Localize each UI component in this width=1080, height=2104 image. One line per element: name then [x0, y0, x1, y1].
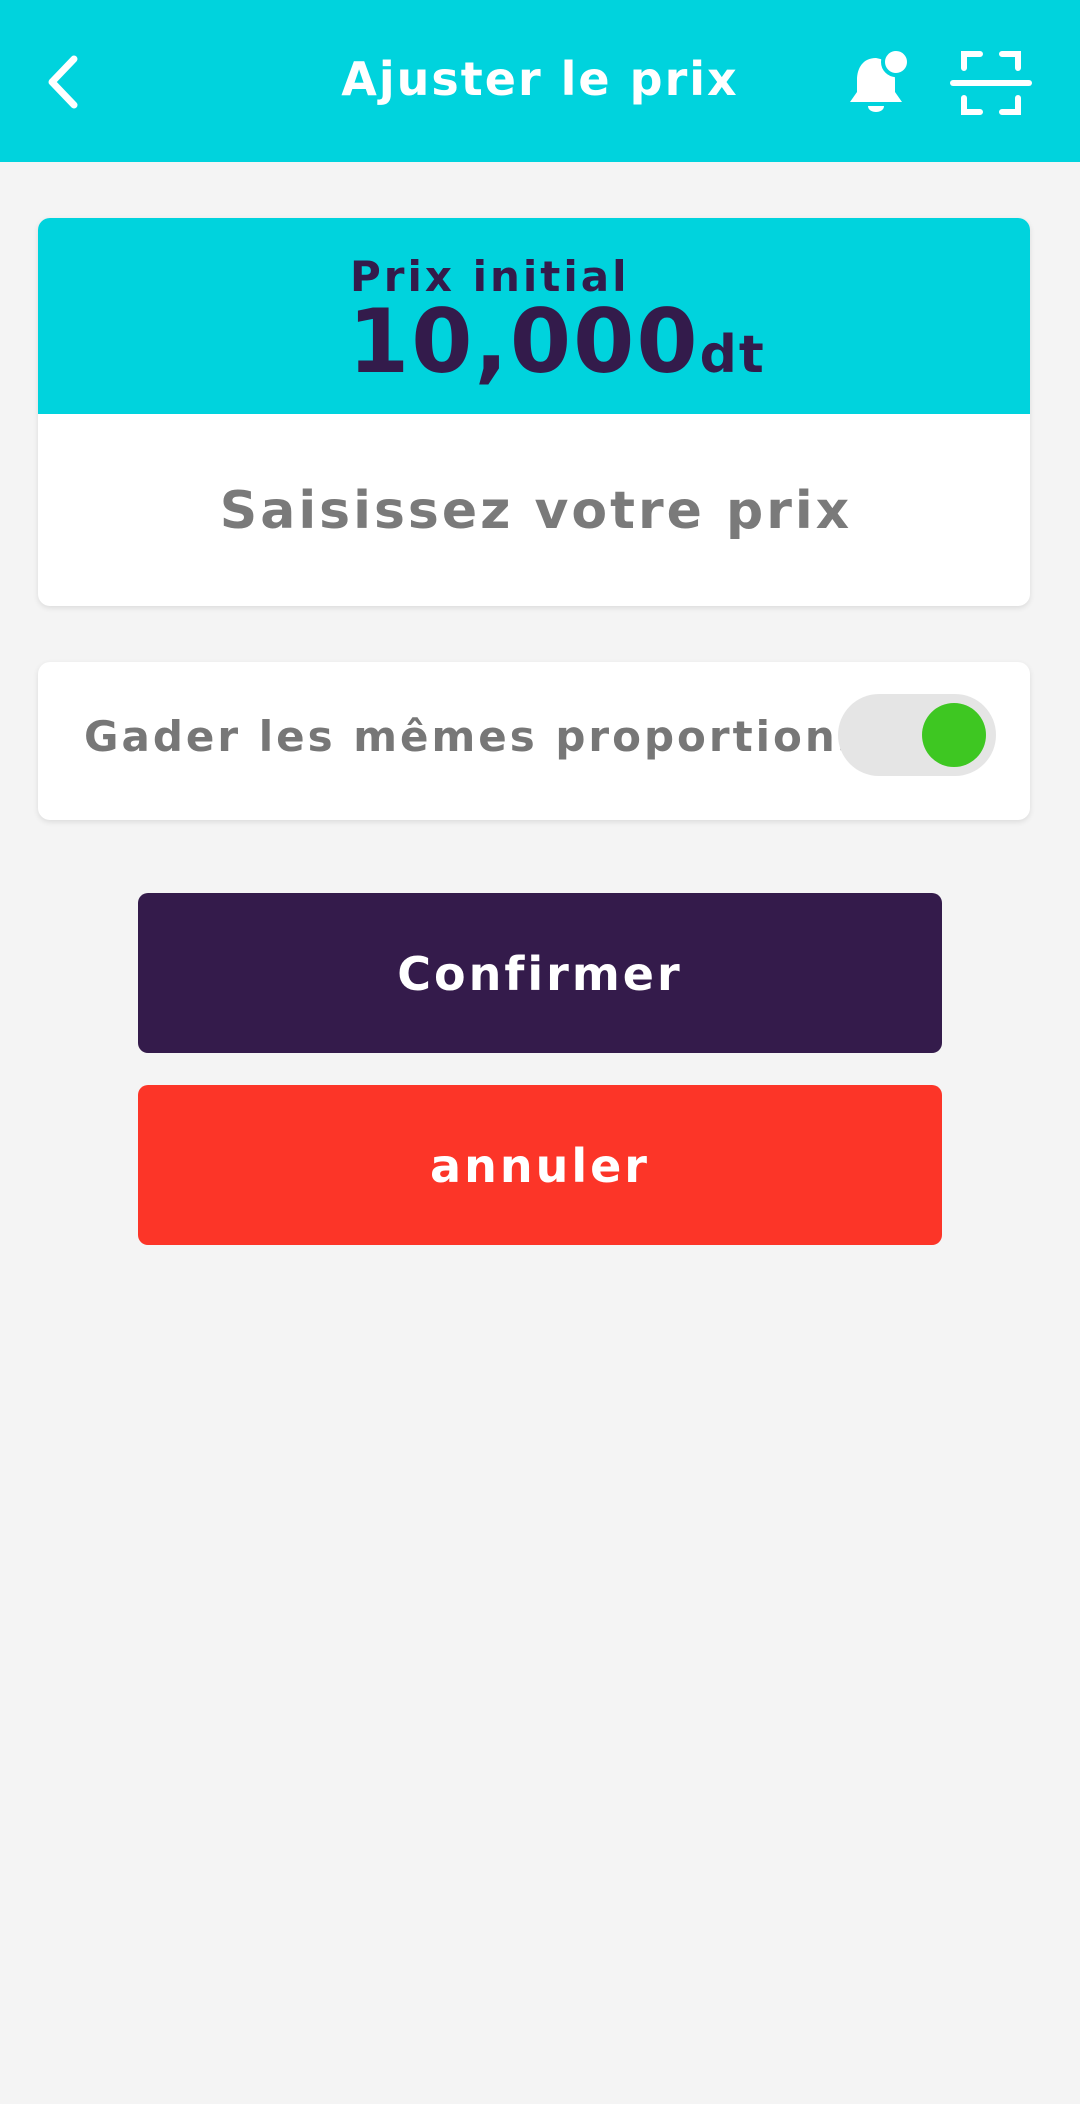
proportions-toggle[interactable]: [838, 694, 996, 776]
currency-unit: dt: [699, 325, 766, 385]
scan-button[interactable]: [950, 50, 1032, 116]
initial-price-value: 10,000dt: [348, 290, 766, 393]
notifications-button[interactable]: [846, 47, 916, 120]
app-header: Ajuster le prix: [0, 0, 1080, 162]
initial-price-panel: Prix initial 10,000dt: [38, 218, 1030, 414]
initial-price-amount: 10,000: [348, 290, 700, 393]
cancel-button[interactable]: annuler: [138, 1085, 942, 1245]
confirm-button[interactable]: Confirmer: [138, 893, 942, 1053]
price-card: Prix initial 10,000dt: [38, 218, 1030, 606]
new-price-input[interactable]: [38, 414, 1030, 606]
toggle-knob: [922, 703, 986, 767]
scan-frame-icon: [950, 51, 1032, 115]
proportions-label: Gader les mêmes proportions: [84, 712, 866, 761]
proportions-card: Gader les mêmes proportions: [38, 662, 1030, 820]
page-title: Ajuster le prix: [341, 52, 739, 106]
bell-icon: [850, 47, 911, 112]
